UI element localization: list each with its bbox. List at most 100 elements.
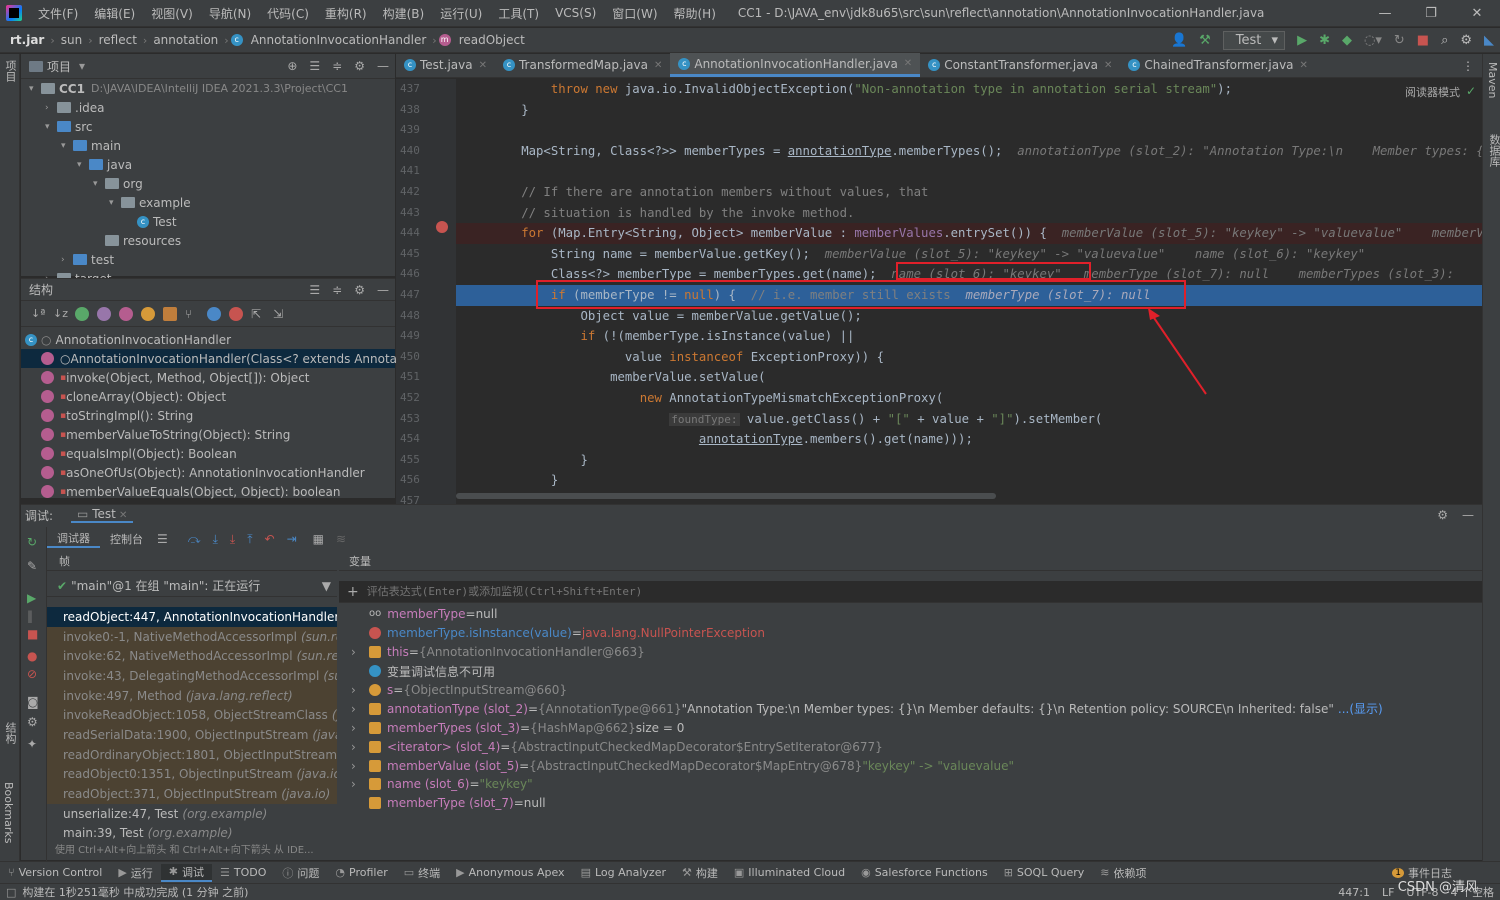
stack-frame[interactable]: invokeReadObject:1058, ObjectStreamClass…	[47, 705, 337, 726]
coverage-icon[interactable]: ◆	[1342, 33, 1352, 48]
menu-item[interactable]: 运行(U)	[432, 5, 490, 22]
structure-member[interactable]: ○ AnnotationInvocationHandler(Class<? ex…	[21, 349, 430, 368]
editor-tab[interactable]: c AnnotationInvocationHandler.java ✕	[670, 53, 921, 77]
stack-frame[interactable]: readObject:371, ObjectInputStream (java.i…	[47, 784, 337, 804]
rerun-icon[interactable]: ↻	[21, 527, 46, 557]
filter-icon[interactable]: ▼	[322, 579, 331, 593]
hierarchy-icon[interactable]: ⑂	[185, 307, 199, 321]
autoscroll-from-source-icon[interactable]: ⇲	[273, 307, 287, 321]
gear-icon[interactable]: ⚙	[354, 59, 365, 73]
tree-node[interactable]: › .idea	[21, 98, 395, 117]
menu-item[interactable]: 重构(R)	[317, 5, 375, 22]
chevron-right-icon[interactable]: ›	[351, 645, 361, 659]
step-out-icon[interactable]: ⤒	[247, 532, 252, 547]
tree-node[interactable]: resources	[21, 231, 395, 250]
variable-row[interactable]: › <iterator> (slot_4) = {AbstractInputChe…	[339, 737, 1482, 756]
show-inherited-icon[interactable]	[75, 306, 89, 321]
search-icon[interactable]: ⌕	[1441, 33, 1448, 48]
tree-node[interactable]: ▾ CC1 D:\JAVA\IDEA\IntelliJ IDEA 2021.3.3\…	[21, 79, 395, 98]
caret-position[interactable]: 447:1	[1332, 886, 1376, 899]
variable-row[interactable]: › memberValue (slot_5) = {AbstractInputCh…	[339, 756, 1482, 775]
step-over-icon[interactable]: ⤼	[188, 532, 201, 547]
show-non-public-icon[interactable]	[163, 306, 177, 321]
tree-node[interactable]: ▾ src	[21, 117, 395, 136]
chevron-right-icon[interactable]: ›	[351, 702, 361, 716]
chevron-down-icon[interactable]: ▾	[29, 84, 41, 94]
structure-tool-tab[interactable]: 结构	[2, 722, 18, 744]
chevron-right-icon[interactable]: ›	[351, 759, 361, 773]
expand-all-icon[interactable]: ☰	[309, 59, 320, 73]
run-config-select[interactable]: Test ▾	[1222, 30, 1286, 50]
breadcrumb-package[interactable]: reflect	[95, 33, 141, 47]
stack-frame[interactable]: invoke:497, Method (java.lang.reflect)	[47, 685, 337, 706]
breadcrumb-class[interactable]: AnnotationInvocationHandler	[247, 33, 431, 47]
structure-root[interactable]: c ○ AnnotationInvocationHandler	[21, 330, 395, 349]
gear-icon[interactable]: ⚙	[1460, 33, 1472, 48]
breadcrumb-method[interactable]: readObject	[455, 33, 529, 47]
restore-icon[interactable]: ❐	[1408, 0, 1454, 27]
menu-item[interactable]: 工具(T)	[490, 5, 547, 22]
tree-node[interactable]: c Test	[21, 212, 395, 231]
bookmarks-tool-tab[interactable]: Bookmarks	[2, 782, 15, 843]
variable-row[interactable]: 变量调试信息不可用	[339, 662, 1482, 681]
run-icon[interactable]: ▶	[1297, 33, 1307, 48]
trace-icon[interactable]: ≋	[336, 532, 346, 546]
tool-window-log[interactable]: ▤ Log Analyzer	[573, 866, 674, 879]
close-icon[interactable]: ✕	[1454, 0, 1500, 27]
variable-row[interactable]: › memberTypes (slot_3) = {HashMap@662} si…	[339, 718, 1482, 737]
tree-node[interactable]: ▾ java	[21, 155, 395, 174]
chevron-down-icon[interactable]: ▾	[79, 59, 85, 73]
chevron-down-icon[interactable]: ▾	[61, 141, 73, 151]
structure-member[interactable]: ▪ equalsImpl(Object): Boolean	[21, 444, 395, 463]
sort-visibility-icon[interactable]: ↓ª	[31, 307, 45, 321]
chevron-right-icon[interactable]: ›	[351, 777, 361, 791]
close-icon[interactable]: ✕	[904, 58, 912, 69]
collapse-all-icon[interactable]: ≑	[332, 283, 342, 297]
editor-tab[interactable]: c TransformedMap.java ✕	[495, 53, 670, 77]
hide-icon[interactable]: —	[1462, 508, 1474, 522]
line-separator[interactable]: LF	[1376, 886, 1400, 899]
minimize-icon[interactable]: —	[1362, 0, 1408, 27]
breadcrumb-jar[interactable]: rt.jar	[0, 33, 48, 47]
user-icon[interactable]: 👤	[1171, 33, 1187, 48]
wrench-icon[interactable]: ✎	[21, 557, 46, 575]
menu-item[interactable]: 文件(F)	[30, 5, 86, 22]
menu-item[interactable]: 编辑(E)	[86, 5, 143, 22]
tree-node[interactable]: › test	[21, 250, 395, 269]
tool-window-dependencies[interactable]: ≋ 依赖项	[1092, 865, 1154, 881]
step-into-icon[interactable]: ⤓	[213, 532, 218, 547]
database-tool-tab[interactable]: 数据库	[1486, 134, 1500, 167]
build-hammer-icon[interactable]: ⚒	[1199, 33, 1211, 48]
tool-window-version-control[interactable]: ⑂ Version Control	[0, 866, 110, 879]
thread-selector[interactable]: ✔ "main"@1 在组 "main": 正在运行 ▼	[47, 575, 337, 597]
tool-window-terminal[interactable]: ▭ 终端	[396, 865, 448, 881]
reader-mode-toggle[interactable]: 阅读器模式	[1405, 84, 1460, 100]
editor-tab[interactable]: c ConstantTransformer.java ✕	[920, 53, 1120, 77]
show-anonymous-icon[interactable]	[207, 306, 221, 321]
add-watch-icon[interactable]: +	[339, 584, 367, 600]
camera-icon[interactable]: ◙	[21, 683, 46, 711]
chevron-right-icon[interactable]: ›	[351, 683, 361, 697]
locate-icon[interactable]: ⊕	[287, 59, 297, 73]
show-methods-icon[interactable]	[119, 306, 133, 321]
gear-icon[interactable]: ⚙	[1437, 508, 1448, 522]
editor-tab[interactable]: c ChainedTransformer.java ✕	[1120, 53, 1316, 77]
variable-row[interactable]: › annotationType (slot_2) = {AnnotationTy…	[339, 699, 1482, 718]
variable-row[interactable]: memberType.isInstance(value) = java.lang…	[339, 624, 1482, 643]
resume-icon[interactable]: ▶	[21, 575, 46, 607]
stack-frame[interactable]: readObject0:1351, ObjectInputStream (java…	[47, 764, 337, 785]
editor-tab[interactable]: c Test.java ✕	[396, 53, 495, 77]
project-panel-title[interactable]: 项目	[47, 58, 71, 75]
project-tool-tab[interactable]: 项目	[2, 60, 18, 82]
variable-row[interactable]: memberType (slot_7) = null	[339, 794, 1482, 813]
variable-row[interactable]: › s = {ObjectInputStream@660}	[339, 681, 1482, 700]
tool-window-run[interactable]: ▶ 运行	[110, 865, 160, 881]
collapse-all-icon[interactable]: ≑	[332, 59, 342, 73]
chevron-right-icon[interactable]: ›	[351, 721, 361, 735]
breakpoint-icon[interactable]	[436, 221, 448, 233]
stack-frame[interactable]: readObject:447, AnnotationInvocationHand…	[47, 607, 337, 627]
menu-item[interactable]: VCS(S)	[547, 6, 604, 20]
debug-session-tab[interactable]: ▭ Test ✕	[71, 507, 134, 523]
show-lambdas-icon[interactable]	[229, 306, 243, 321]
chevron-down-icon[interactable]: ▾	[77, 160, 89, 170]
